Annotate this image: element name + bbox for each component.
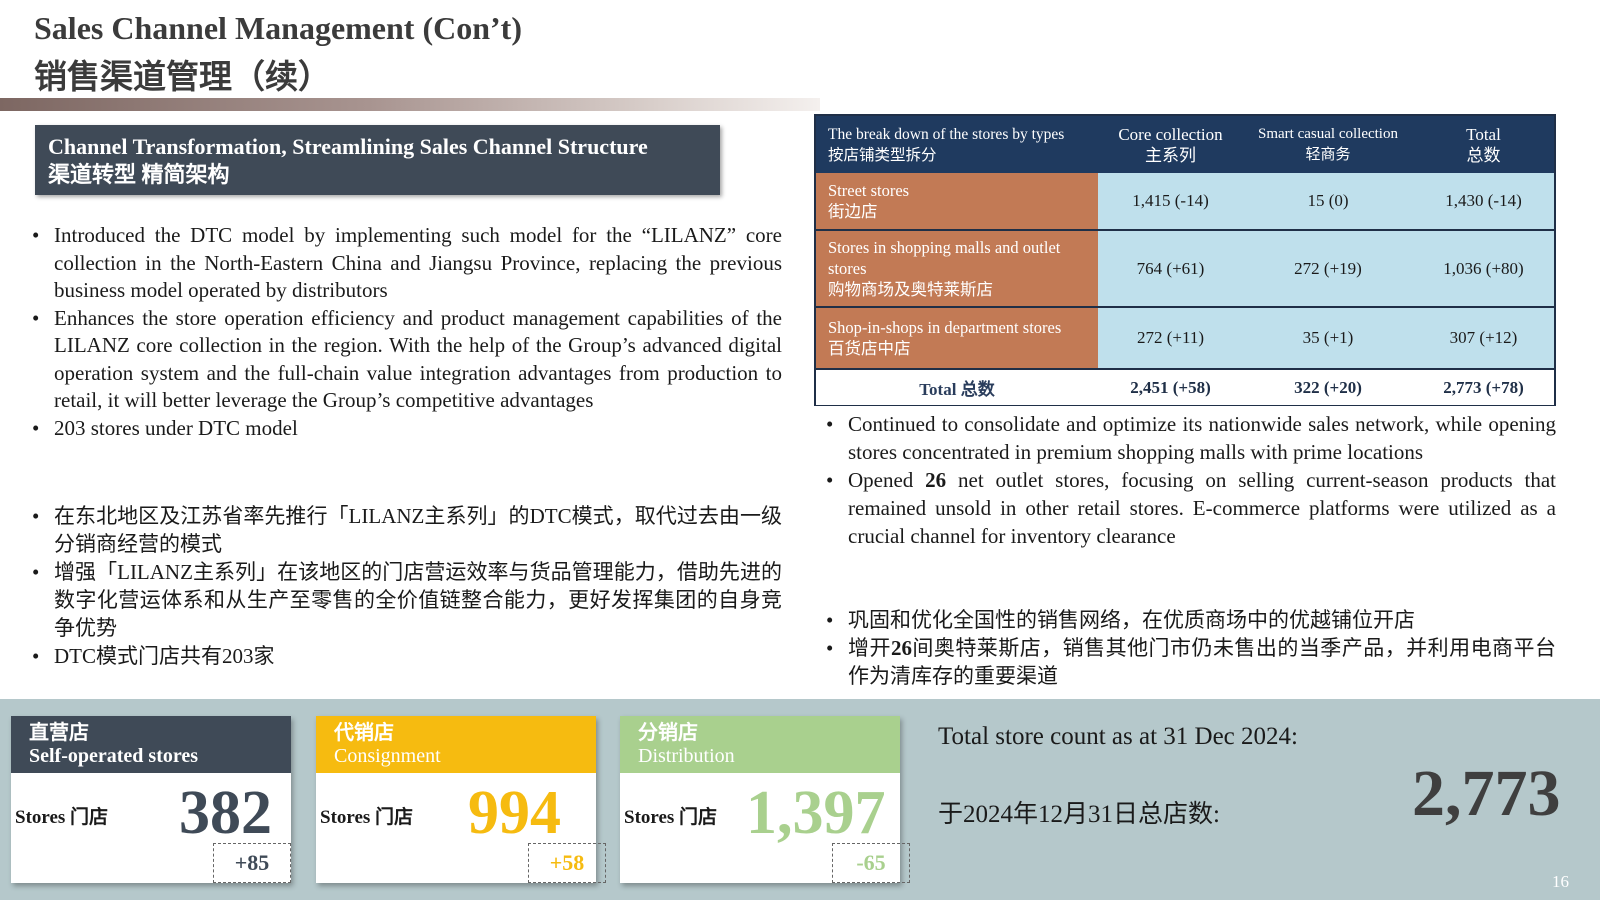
cell-total: 307 (+12) xyxy=(1413,307,1554,370)
section-title-cn: 渠道转型 精简架构 xyxy=(48,162,230,187)
bullet-item: Introduced the DTC model by implementing… xyxy=(32,222,782,305)
row-label-en: Stores in shopping malls and outlet stor… xyxy=(828,238,1061,278)
table-header-row: The break down of the stores by types 按店… xyxy=(816,116,1554,173)
cell-core: 272 (+11) xyxy=(1098,307,1243,370)
total-store-count-label-en: Total store count as at 31 Dec 2024: xyxy=(938,723,1298,750)
row-label-en: Street stores xyxy=(828,181,910,200)
card-store-change: +58 xyxy=(528,843,606,883)
bullet-item: 巩固和优化全国性的销售网络，在优质商场中的优越铺位开店 xyxy=(826,606,1556,634)
row-label: Shop-in-shops in department stores 百货店中店 xyxy=(816,307,1098,370)
card-stores-label: Stores 门店 xyxy=(624,807,718,828)
distribution-stores-card: 分销店 Distribution Stores 门店 1,397 -65 xyxy=(620,716,910,883)
section-title-en: Channel Transformation, Streamlining Sal… xyxy=(48,134,648,159)
cell-core: 1,415 (-14) xyxy=(1098,173,1243,231)
row-label-en: Shop-in-shops in department stores xyxy=(828,318,1062,337)
row-label-cn: 百货店中店 xyxy=(828,339,911,358)
card-title-cn: 代销店 xyxy=(334,722,394,744)
header-label-en: Core collection xyxy=(1118,124,1223,144)
table-total-row: Total 总数 2,451 (+58) 322 (+20) 2,773 (+7… xyxy=(816,369,1554,405)
table-header-total: Total 总数 xyxy=(1413,116,1554,173)
bullet-text: 间奥特莱斯店，销售其他门市仍未售出的当季产品，并利用电商平台作为清库存的重要渠道 xyxy=(848,636,1556,688)
card-store-count: 994 xyxy=(468,779,561,847)
cell-smart: 35 (+1) xyxy=(1243,307,1413,370)
cell-total: 1,036 (+80) xyxy=(1413,230,1554,308)
bullet-text: net outlet stores, focusing on selling c… xyxy=(848,468,1557,548)
consignment-stores-card: 代销店 Consignment Stores 门店 994 +58 xyxy=(316,716,606,883)
table-header-core: Core collection 主系列 xyxy=(1098,116,1243,173)
right-bullet-list-en: Continued to consolidate and optimize it… xyxy=(826,410,1556,550)
title-divider-bar xyxy=(0,98,820,111)
card-title-cn: 直营店 xyxy=(29,722,89,744)
header-label-en: Total xyxy=(1466,124,1501,144)
header-label-cn: 轻商务 xyxy=(1305,146,1351,163)
card-store-count: 1,397 xyxy=(746,779,886,847)
cell-smart: 15 (0) xyxy=(1243,173,1413,231)
total-store-count-label-cn: 于2024年12月31日总店数: xyxy=(938,801,1220,828)
header-label-en: The break down of the stores by types xyxy=(828,125,1065,143)
card-title-en: Consignment xyxy=(334,745,441,767)
card-title-cn: 分销店 xyxy=(638,722,698,744)
bullet-highlight-number: 26 xyxy=(925,468,947,492)
bullet-item: 增强「LILANZ主系列」在该地区的门店营运效率与货品管理能力，借助先进的数字化… xyxy=(32,558,782,642)
page-title-en: Sales Channel Management (Con’t) xyxy=(34,10,522,46)
bullet-item: Enhances the store operation efficiency … xyxy=(32,305,782,415)
bullet-item: 增开26间奥特莱斯店，销售其他门市仍未售出的当季产品，并利用电商平台作为清库存的… xyxy=(826,634,1556,690)
cell-smart: 272 (+19) xyxy=(1243,230,1413,308)
card-title-en: Distribution xyxy=(638,745,735,767)
table-header-smart: Smart casual collection 轻商务 xyxy=(1243,116,1413,173)
table-header-type: The break down of the stores by types 按店… xyxy=(816,116,1098,173)
page-title-cn: 销售渠道管理（续） xyxy=(34,60,331,96)
card-header: 分销店 Distribution xyxy=(620,716,900,773)
table-row: Shop-in-shops in department stores 百货店中店… xyxy=(816,307,1554,370)
card-store-change: +85 xyxy=(213,843,291,883)
cell-core: 764 (+61) xyxy=(1098,230,1243,308)
bullet-text: 增开 xyxy=(848,636,891,660)
table-row: Street stores 街边店 1,415 (-14) 15 (0) 1,4… xyxy=(816,173,1554,231)
row-label: Stores in shopping malls and outlet stor… xyxy=(816,230,1098,308)
card-store-change: -65 xyxy=(832,843,910,883)
bullet-item: DTC模式门店共有203家 xyxy=(32,642,782,670)
table-row: Stores in shopping malls and outlet stor… xyxy=(816,230,1554,308)
self-operated-stores-card: 直营店 Self-operated stores Stores 门店 382 +… xyxy=(11,716,291,883)
row-label-cn: 购物商场及奥特莱斯店 xyxy=(828,280,993,299)
bullet-item: Opened 26 net outlet stores, focusing on… xyxy=(826,466,1556,550)
header-label-cn: 按店铺类型拆分 xyxy=(828,146,937,164)
card-header: 代销店 Consignment xyxy=(316,716,596,773)
page-number: 16 xyxy=(1552,872,1569,891)
card-stores-label: Stores 门店 xyxy=(15,807,109,828)
total-core: 2,451 (+58) xyxy=(1098,369,1243,405)
header-label-cn: 总数 xyxy=(1466,145,1501,165)
header-label-en: Smart casual collection xyxy=(1258,125,1398,142)
card-store-count: 382 xyxy=(179,779,272,847)
store-breakdown-table: The break down of the stores by types 按店… xyxy=(814,114,1556,406)
card-header: 直营店 Self-operated stores xyxy=(11,716,291,773)
row-label-cn: 街边店 xyxy=(828,202,878,221)
total-smart: 322 (+20) xyxy=(1243,369,1413,405)
total-row-label: Total 总数 xyxy=(816,369,1098,405)
header-label-cn: 主系列 xyxy=(1145,145,1196,165)
left-bullet-list-en: Introduced the DTC model by implementing… xyxy=(32,222,782,442)
card-stores-label: Stores 门店 xyxy=(320,807,414,828)
right-bullet-list-cn: 巩固和优化全国性的销售网络，在优质商场中的优越铺位开店 增开26间奥特莱斯店，销… xyxy=(826,606,1556,690)
bullet-highlight-number: 26 xyxy=(890,636,912,660)
bullet-text: Opened xyxy=(848,468,926,492)
row-label: Street stores 街边店 xyxy=(816,173,1098,231)
bullet-item: 203 stores under DTC model xyxy=(32,415,782,443)
bullet-item: 在东北地区及江苏省率先推行「LILANZ主系列」的DTC模式，取代过去由一级分销… xyxy=(32,502,782,558)
left-bullet-list-cn: 在东北地区及江苏省率先推行「LILANZ主系列」的DTC模式，取代过去由一级分销… xyxy=(32,502,782,670)
cell-total: 1,430 (-14) xyxy=(1413,173,1554,231)
total-total: 2,773 (+78) xyxy=(1413,369,1554,405)
section-heading-box: Channel Transformation, Streamlining Sal… xyxy=(35,125,720,195)
card-title-en: Self-operated stores xyxy=(29,745,199,767)
bullet-item: Continued to consolidate and optimize it… xyxy=(826,410,1556,466)
total-store-count-value: 2,773 xyxy=(1412,757,1561,830)
